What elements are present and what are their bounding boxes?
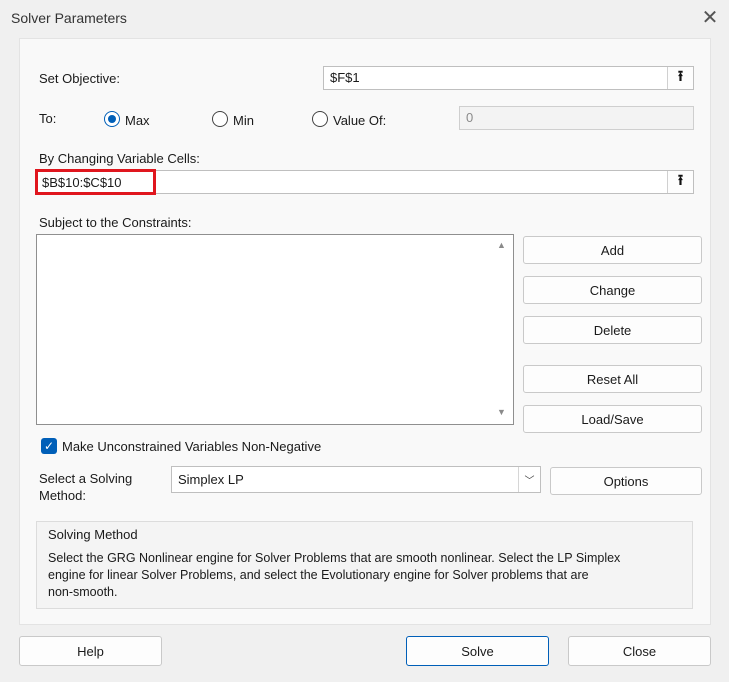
max-radio-label[interactable]: Max — [125, 113, 150, 128]
constraints-list[interactable] — [36, 234, 514, 425]
method-label-line1: Select a Solving — [39, 471, 133, 486]
close-button[interactable]: Close — [568, 636, 711, 666]
solving-method-description: Select the GRG Nonlinear engine for Solv… — [48, 550, 688, 601]
description-line-1: Select the GRG Nonlinear engine for Solv… — [48, 551, 621, 565]
close-icon[interactable]: ✕ — [700, 7, 720, 29]
chevron-down-icon[interactable]: ﹀ — [518, 467, 540, 492]
set-objective-collapse-button[interactable]: ⭱ — [667, 67, 693, 89]
close-button-label: Close — [622, 643, 657, 659]
load-save-button-label: Load/Save — [581, 411, 644, 427]
delete-button-label: Delete — [593, 322, 632, 338]
reset-all-button[interactable]: Reset All — [523, 365, 702, 393]
description-line-2: engine for linear Solver Problems, and s… — [48, 568, 589, 582]
value-of-label[interactable]: Value Of: — [333, 113, 386, 128]
value-of-value: 0 — [466, 110, 474, 125]
scroll-up-icon[interactable]: ▲ — [497, 240, 506, 250]
upload-arrow-icon: ⭱ — [677, 67, 684, 85]
upload-arrow-icon: ⭱ — [677, 171, 684, 189]
reset-all-button-label: Reset All — [586, 371, 639, 387]
change-button[interactable]: Change — [523, 276, 702, 304]
solve-button-label: Solve — [461, 643, 494, 659]
solving-method-select[interactable]: Simplex LP — [171, 466, 541, 493]
help-button-label: Help — [77, 643, 104, 659]
set-objective-label: Set Objective: — [39, 71, 120, 86]
nonneg-checkbox[interactable]: ✓ — [41, 438, 57, 454]
min-radio[interactable] — [212, 111, 228, 127]
value-of-radio[interactable] — [312, 111, 328, 127]
help-button[interactable]: Help — [19, 636, 162, 666]
to-label: To: — [39, 111, 57, 126]
change-button-label: Change — [589, 282, 636, 298]
changing-cells-label: By Changing Variable Cells: — [39, 151, 200, 166]
max-radio[interactable] — [104, 111, 120, 127]
options-button-label: Options — [603, 473, 649, 489]
nonneg-label[interactable]: Make Unconstrained Variables Non-Negativ… — [62, 439, 321, 454]
changing-cells-collapse-button[interactable]: ⭱ — [667, 171, 693, 193]
set-objective-input[interactable]: $F$1 — [323, 66, 694, 90]
add-button[interactable]: Add — [523, 236, 702, 264]
solving-method-value: Simplex LP — [178, 472, 244, 487]
add-button-label: Add — [600, 242, 625, 258]
solve-button[interactable]: Solve — [406, 636, 549, 666]
load-save-button[interactable]: Load/Save — [523, 405, 702, 433]
value-of-input[interactable]: 0 — [459, 106, 694, 130]
set-objective-value: $F$1 — [330, 70, 360, 85]
constraints-label: Subject to the Constraints: — [39, 215, 192, 230]
solving-method-heading: Solving Method — [48, 527, 138, 542]
window-title: Solver Parameters — [11, 10, 127, 26]
options-button[interactable]: Options — [550, 467, 702, 495]
description-line-3: non-smooth. — [48, 585, 118, 599]
method-label-line2: Method: — [39, 488, 86, 503]
changing-cells-value: $B$10:$C$10 — [42, 175, 122, 190]
min-radio-label[interactable]: Min — [233, 113, 254, 128]
delete-button[interactable]: Delete — [523, 316, 702, 344]
scroll-down-icon[interactable]: ▼ — [497, 407, 506, 417]
